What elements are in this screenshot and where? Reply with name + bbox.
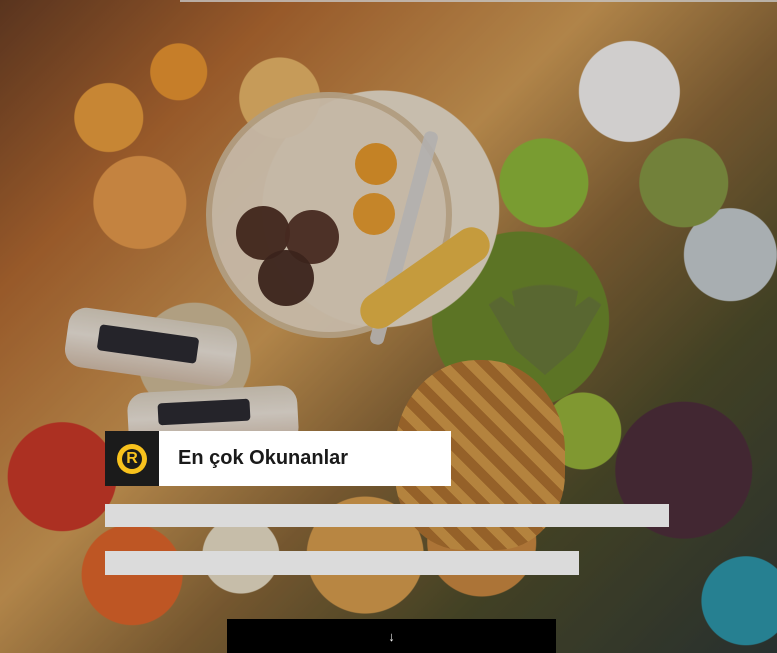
section-title: En çok Okunanlar	[178, 447, 349, 469]
page-background: R En çok Okunanlar ↓	[0, 0, 777, 653]
most-read-header: R En çok Okunanlar	[105, 431, 451, 486]
logo-letter: R	[122, 448, 142, 469]
arrow-down-icon: ↓	[388, 628, 395, 644]
loading-placeholder-line	[105, 551, 579, 575]
loading-placeholder-line	[105, 504, 669, 527]
logo-circle: R	[117, 443, 147, 474]
brand-logo: R	[105, 431, 159, 486]
scroll-down-button[interactable]: ↓	[227, 619, 556, 653]
